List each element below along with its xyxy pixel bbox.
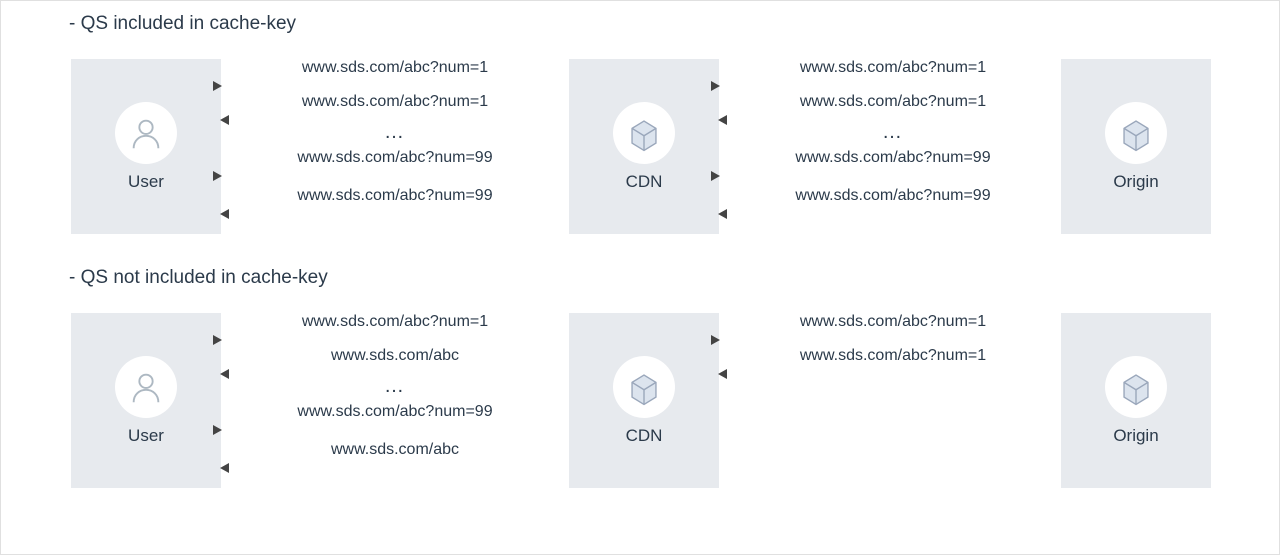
flow-label: www.sds.com/abc?num=99 — [719, 187, 1067, 205]
flow-label: www.sds.com/abc?num=99 — [221, 187, 569, 205]
origin-node: Origin — [1061, 59, 1211, 234]
origin-label: Origin — [1113, 172, 1158, 192]
flow-label: www.sds.com/abc — [221, 441, 569, 459]
user-label: User — [128, 172, 164, 192]
box-icon — [1105, 356, 1167, 418]
origin-label: Origin — [1113, 426, 1158, 446]
diagram-1: User CDN Origin www.sds — [1, 41, 1279, 255]
section-qs-not-included: - QS not included in cache-key User CDN — [1, 255, 1279, 509]
flow-label: www.sds.com/abc?num=99 — [221, 403, 569, 421]
user-icon — [115, 102, 177, 164]
flow-label: www.sds.com/abc — [221, 347, 569, 365]
flow-label: www.sds.com/abc?num=1 — [719, 347, 1067, 365]
user-node: User — [71, 59, 221, 234]
flow-label: www.sds.com/abc?num=99 — [719, 149, 1067, 167]
user-node: User — [71, 313, 221, 488]
box-icon — [613, 356, 675, 418]
section-qs-included: - QS included in cache-key User CDN — [1, 1, 1279, 255]
diagram-2: User CDN Origin www.sds — [1, 295, 1279, 509]
section2-heading: - QS not included in cache-key — [1, 255, 1279, 295]
user-label: User — [128, 426, 164, 446]
dots: … — [719, 121, 1067, 144]
flow-label: www.sds.com/abc?num=1 — [719, 59, 1067, 77]
cdn-label: CDN — [626, 426, 663, 446]
flow-label: www.sds.com/abc?num=99 — [221, 149, 569, 167]
flow-label: www.sds.com/abc?num=1 — [719, 93, 1067, 111]
box-icon — [1105, 102, 1167, 164]
cdn-node: CDN — [569, 59, 719, 234]
cdn-node: CDN — [569, 313, 719, 488]
flow-label: www.sds.com/abc?num=1 — [221, 59, 569, 77]
origin-node: Origin — [1061, 313, 1211, 488]
cdn-label: CDN — [626, 172, 663, 192]
flow-label: www.sds.com/abc?num=1 — [221, 93, 569, 111]
section1-heading: - QS included in cache-key — [1, 1, 1279, 41]
flow-label: www.sds.com/abc?num=1 — [221, 313, 569, 331]
user-icon — [115, 356, 177, 418]
dots: … — [221, 121, 569, 144]
box-icon — [613, 102, 675, 164]
flow-label: www.sds.com/abc?num=1 — [719, 313, 1067, 331]
dots: … — [221, 375, 569, 398]
